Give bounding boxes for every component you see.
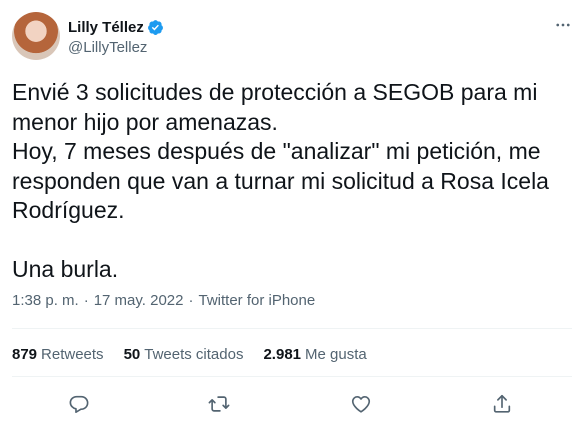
avatar[interactable]	[12, 12, 60, 60]
retweets-label: Retweets	[41, 345, 104, 363]
retweet-icon[interactable]	[207, 392, 231, 416]
like-icon[interactable]	[349, 392, 373, 416]
display-name-row: Lilly Téllez	[68, 17, 164, 37]
likes-label: Me gusta	[305, 345, 367, 363]
meta-separator: ·	[188, 291, 194, 309]
tweet-card: Lilly Téllez @LillyTellez Envié 3 solici…	[0, 0, 583, 429]
tweet-source[interactable]: Twitter for iPhone	[198, 292, 315, 309]
tweet-stats: 879 Retweets 50 Tweets citados 2.981 Me gus…	[12, 344, 387, 364]
reply-icon[interactable]	[67, 392, 91, 416]
quote-tweets-count: 50	[123, 345, 141, 363]
quote-tweets-label: Tweets citados	[144, 345, 244, 363]
tweet-metadata: 1:38 p. m. · 17 may. 2022 · Twitter for …	[12, 290, 315, 310]
tweet-header: Lilly Téllez @LillyTellez	[12, 12, 572, 62]
verified-badge-icon	[147, 19, 164, 36]
quote-tweets-stat[interactable]: 50 Tweets citados	[124, 346, 244, 363]
tweet-date[interactable]: 17 may. 2022	[94, 292, 184, 309]
divider	[12, 328, 572, 329]
retweets-stat[interactable]: 879 Retweets	[12, 346, 104, 363]
tweet-text: Envié 3 solicitudes de protección a SEGO…	[12, 79, 549, 282]
likes-count: 2.981	[263, 345, 302, 363]
more-icon[interactable]	[554, 16, 572, 39]
likes-stat[interactable]: 2.981 Me gusta	[263, 346, 366, 363]
share-icon[interactable]	[490, 392, 514, 416]
tweet-time[interactable]: 1:38 p. m.	[12, 292, 79, 309]
retweets-count: 879	[12, 345, 38, 363]
tweet-actions	[12, 392, 572, 416]
display-name[interactable]: Lilly Téllez	[68, 19, 144, 36]
author-names: Lilly Téllez @LillyTellez	[68, 17, 164, 56]
author-handle[interactable]: @LillyTellez	[68, 39, 164, 56]
divider	[12, 376, 572, 377]
meta-separator: ·	[83, 291, 89, 309]
